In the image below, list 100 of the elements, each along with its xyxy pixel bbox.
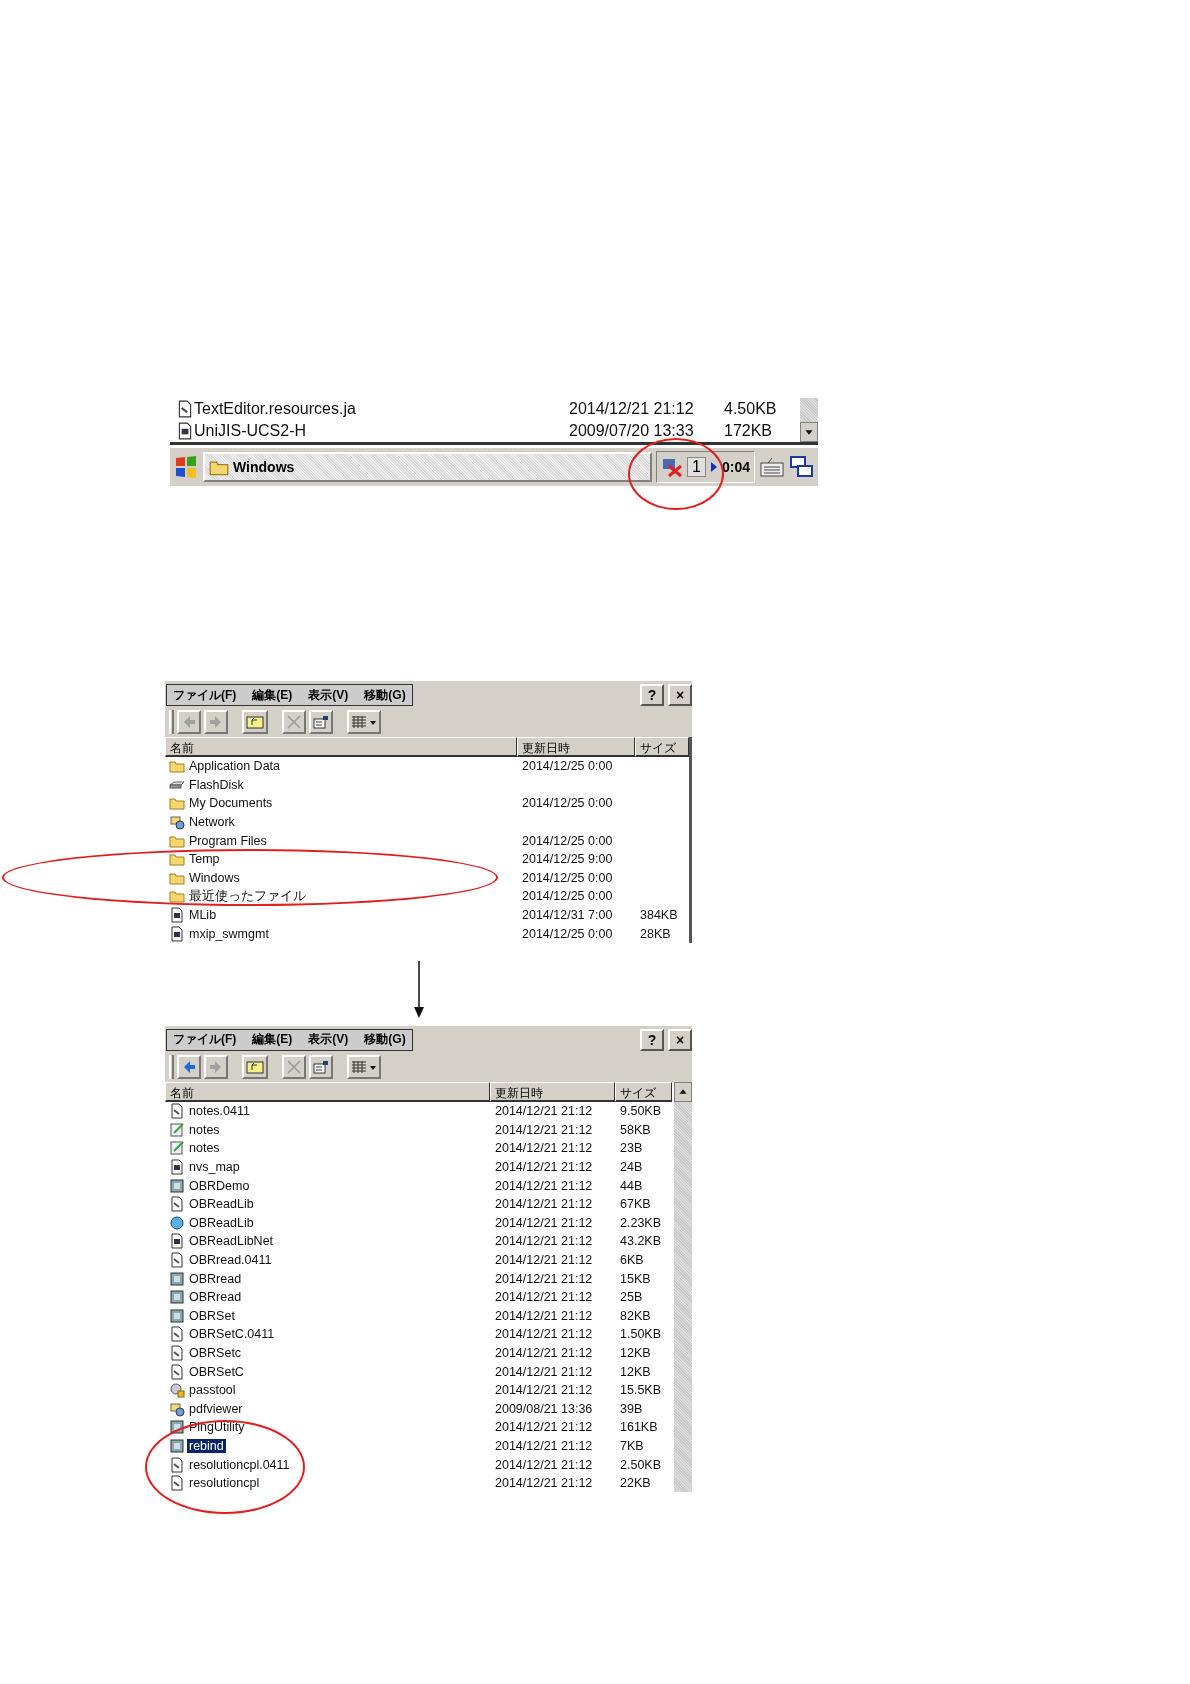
column-header[interactable]: 更新日時 (490, 1081, 615, 1102)
modified-date: 2014/12/21 21:12 (494, 1420, 594, 1435)
menu-item[interactable]: 編集(E) (252, 686, 293, 704)
view-button[interactable] (347, 710, 381, 734)
up-folder-button[interactable] (242, 710, 268, 734)
file-name[interactable]: resolutioncpl (187, 1476, 262, 1491)
file-size: 7KB (619, 1438, 645, 1453)
delete-button[interactable] (282, 1054, 306, 1079)
modified-date: 2014/12/21 21:12 (494, 1234, 594, 1249)
folder-up-icon (246, 1059, 264, 1074)
file-name[interactable]: pdfviewer (187, 1401, 245, 1416)
file-icon (169, 1363, 185, 1380)
file-name[interactable]: TextEditor.resources.ja (194, 400, 569, 418)
triangle-icon[interactable] (709, 462, 718, 472)
file-name[interactable]: OBRSetC.0411 (187, 1327, 277, 1342)
up-folder-button[interactable] (242, 1054, 268, 1079)
file-name[interactable]: OBReadLibNet (187, 1234, 276, 1249)
forward-button[interactable] (204, 1054, 228, 1079)
scroll-bar[interactable] (674, 1081, 692, 1493)
file-name[interactable]: notes.0411 (187, 1104, 252, 1119)
modified-date: 2014/12/25 0:00 (521, 926, 614, 941)
file-size: 28KB (639, 926, 672, 941)
note-icon (169, 1140, 185, 1157)
properties-button[interactable] (309, 1054, 333, 1079)
file-size: 67KB (619, 1197, 652, 1212)
back-button[interactable] (177, 710, 201, 734)
file-name[interactable]: OBRread.0411 (187, 1253, 274, 1267)
note-icon (169, 1121, 185, 1138)
file-name[interactable]: 最近使ったファイル (187, 887, 308, 905)
menu-item[interactable]: ファイル(F) (173, 686, 237, 704)
view-list-caret-icon (351, 715, 377, 729)
file-size: 24B (619, 1160, 644, 1174)
help-button[interactable]: ? (640, 1028, 664, 1051)
menu-item[interactable]: ファイル(F) (173, 1031, 237, 1049)
windows-icon[interactable] (789, 454, 815, 480)
file-name[interactable]: notes (187, 1141, 222, 1156)
tray-badge[interactable]: 1 (687, 457, 706, 477)
toolbar-grip[interactable] (169, 710, 174, 734)
column-header[interactable]: 名前 (165, 737, 517, 757)
forward-arrow-icon (209, 715, 223, 729)
file-name[interactable]: OBRSet (187, 1308, 237, 1323)
file-name[interactable]: My Documents (187, 796, 275, 811)
menu-item[interactable]: 移動(G) (364, 686, 406, 704)
file-name[interactable]: OBRSetC (187, 1364, 246, 1379)
properties-button[interactable] (309, 710, 333, 734)
column-header[interactable]: サイズ (615, 1081, 672, 1102)
file-name[interactable]: rebind (187, 1438, 226, 1453)
network-error-icon[interactable] (661, 456, 684, 478)
menu-item[interactable]: 表示(V) (308, 686, 349, 704)
toolbar-grip[interactable] (169, 1054, 174, 1079)
scroll-bar[interactable] (800, 398, 818, 442)
file-size: 4.50KB (724, 400, 778, 418)
file-name[interactable]: PingUtility (187, 1420, 247, 1435)
file-name[interactable]: UniJIS-UCS2-H (194, 422, 569, 440)
file-size: 6KB (619, 1253, 645, 1267)
forward-arrow-icon (209, 1059, 223, 1074)
file-name[interactable]: OBRread (187, 1271, 244, 1286)
menu-item[interactable]: 表示(V) (308, 1031, 349, 1049)
help-button[interactable]: ? (640, 684, 664, 706)
file-name[interactable]: OBReadLib (187, 1215, 256, 1230)
menu-item[interactable]: 編集(E) (252, 1031, 293, 1049)
menu-item[interactable]: 移動(G) (364, 1031, 406, 1049)
modified-date: 2009/07/20 13:33 (569, 422, 695, 440)
back-arrow-icon (182, 1059, 196, 1074)
file-name[interactable]: OBReadLib (187, 1197, 256, 1212)
file-name[interactable]: resolutioncpl.0411 (187, 1457, 292, 1472)
forward-button[interactable] (204, 710, 228, 734)
globe-icon (169, 1214, 185, 1231)
file-name[interactable]: Application Data (187, 759, 283, 774)
file-name[interactable]: MLib (187, 908, 219, 923)
file-size: 39B (619, 1401, 644, 1416)
delete-button[interactable] (282, 710, 306, 734)
close-button[interactable]: × (668, 1028, 692, 1051)
column-header[interactable]: サイズ (635, 737, 689, 757)
back-button[interactable] (177, 1054, 201, 1079)
column-header[interactable]: 名前 (165, 1081, 490, 1102)
file-name[interactable]: FlashDisk (187, 777, 246, 792)
modified-date: 2014/12/21 21:12 (494, 1290, 594, 1305)
file-name[interactable]: Network (187, 815, 237, 830)
start-flag-icon[interactable] (173, 454, 199, 480)
file-size: 15KB (619, 1271, 652, 1286)
window-button[interactable]: Windows (203, 452, 653, 482)
file-size: 2.50KB (619, 1457, 662, 1472)
file-name[interactable]: Windows (187, 870, 242, 885)
file-name[interactable]: nvs_map (187, 1160, 242, 1174)
program-icon (169, 1233, 185, 1250)
file-name[interactable]: Temp (187, 852, 222, 867)
view-button[interactable] (347, 1054, 381, 1079)
file-name[interactable]: OBRSetc (187, 1345, 244, 1360)
file-icon (176, 400, 194, 418)
file-size: 82KB (619, 1308, 652, 1323)
file-name[interactable]: OBRDemo (187, 1178, 252, 1193)
clock[interactable]: 0:04 (721, 459, 750, 475)
file-name[interactable]: notes (187, 1122, 222, 1137)
file-name[interactable]: OBRread (187, 1290, 244, 1305)
file-name[interactable]: passtool (187, 1383, 238, 1398)
column-header[interactable]: 更新日時 (517, 737, 635, 757)
close-button[interactable]: × (668, 684, 692, 706)
file-name[interactable]: mxip_swmgmt (187, 926, 271, 941)
file-name[interactable]: Program Files (187, 833, 269, 848)
